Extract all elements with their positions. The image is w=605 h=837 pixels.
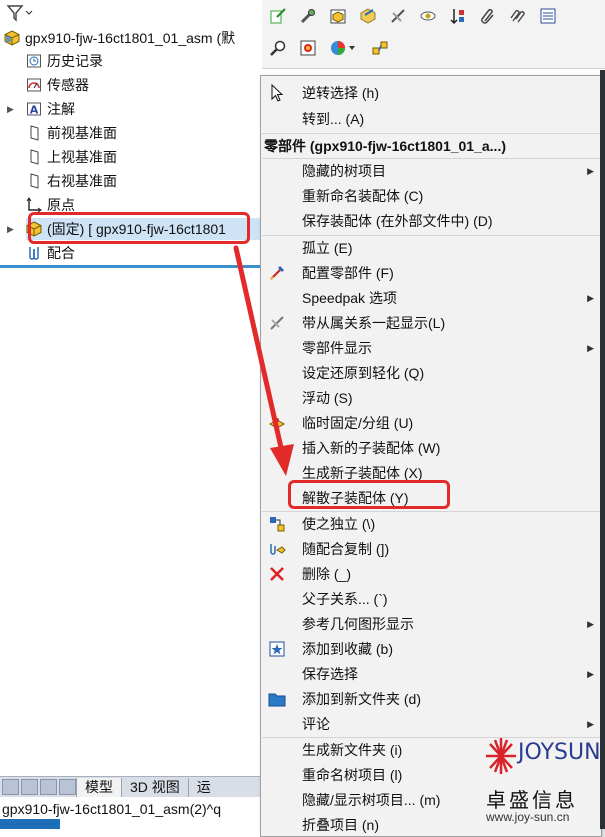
joysun-logo: JOYSUN 卓盛信息 www.joy-sun.cn: [480, 730, 605, 829]
logo-name: JOYSUN: [518, 740, 601, 765]
annotation-arrow: [233, 245, 294, 476]
logo-url: www.joy-sun.cn: [486, 810, 570, 824]
joysun-burst-icon: [486, 738, 516, 774]
logo-chinese-name: 卓盛信息: [486, 788, 578, 812]
